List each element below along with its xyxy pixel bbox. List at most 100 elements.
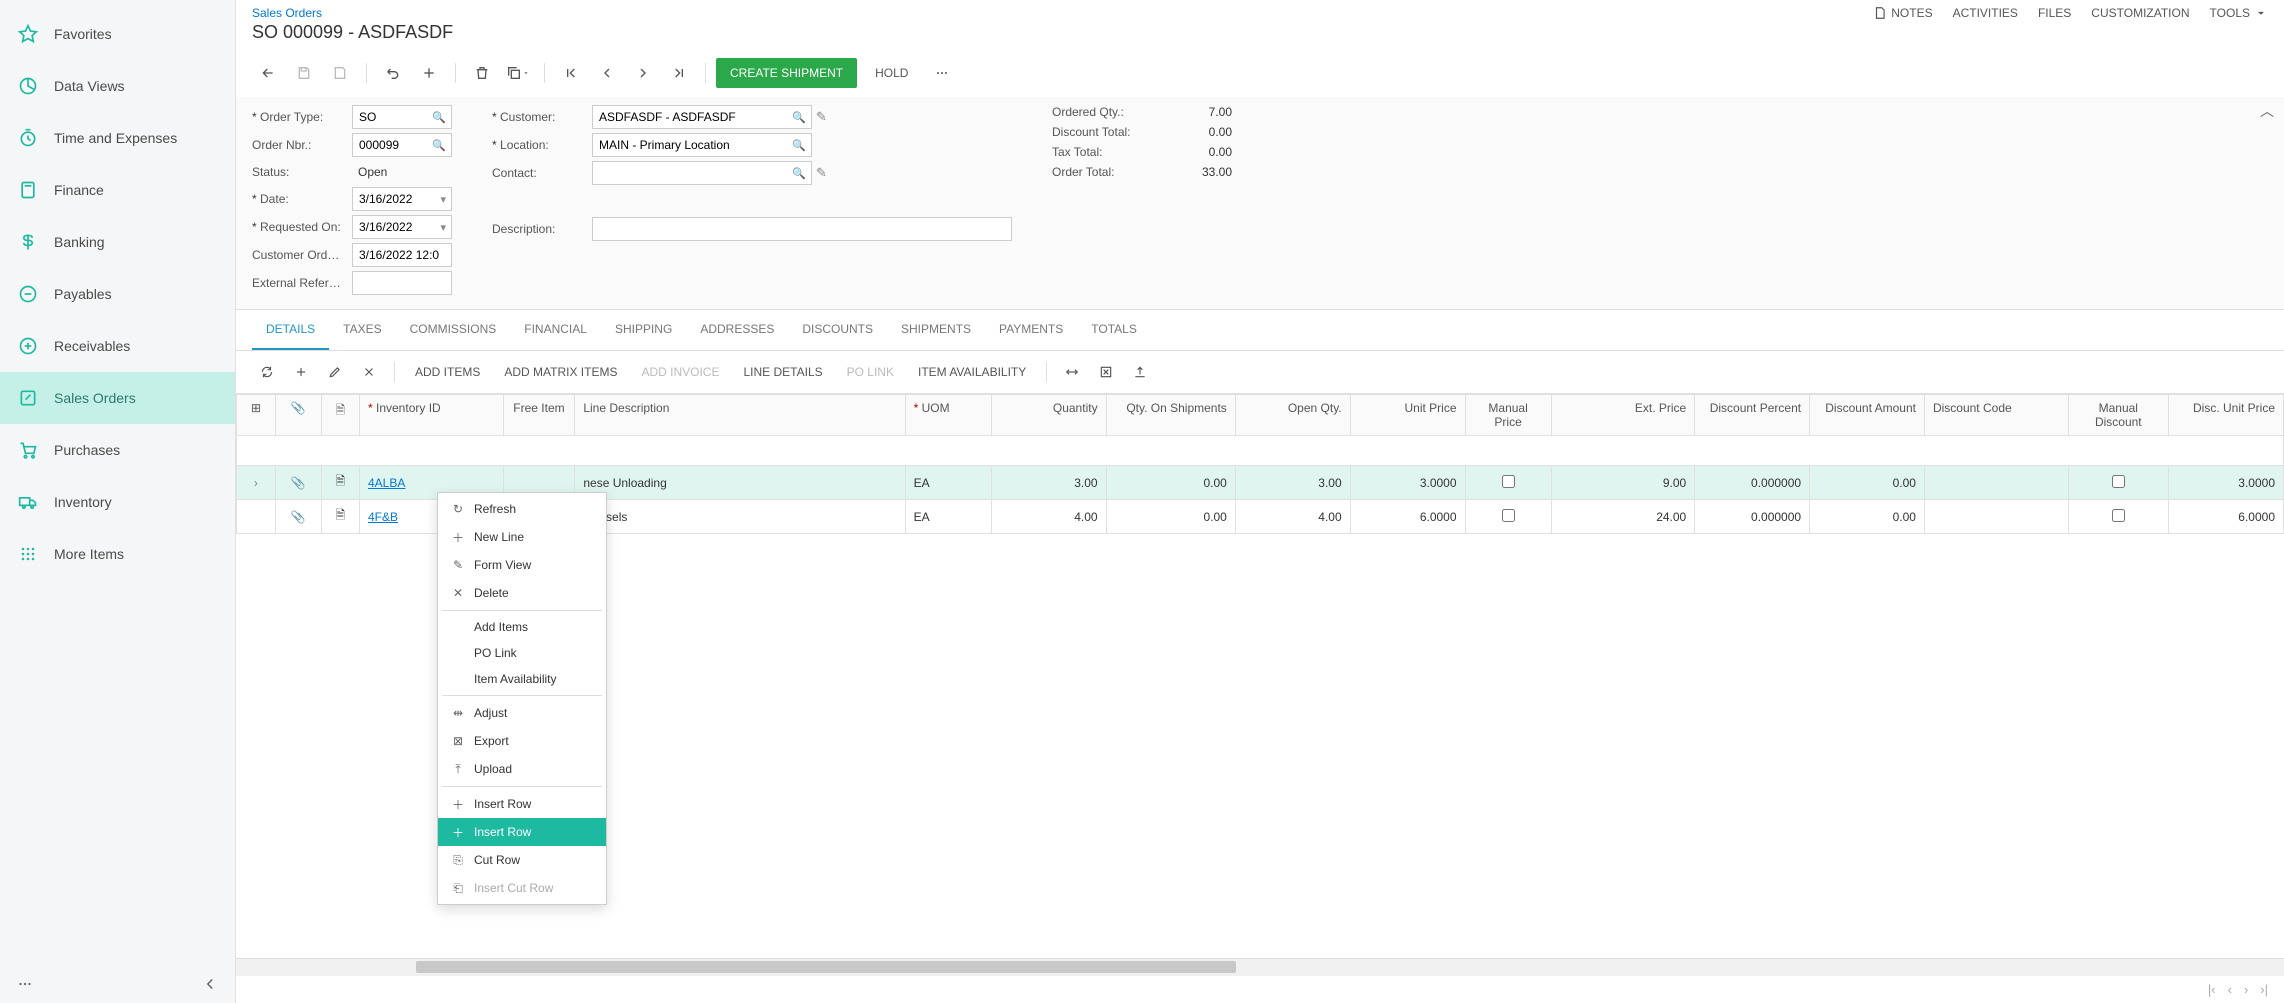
last-button[interactable]	[663, 57, 695, 89]
inventory-link[interactable]: 4F&B	[368, 510, 398, 524]
customization-link[interactable]: CUSTOMIZATION	[2091, 6, 2189, 20]
tab-discounts[interactable]: DISCOUNTS	[788, 310, 887, 350]
cell-discpct[interactable]: 0.000000	[1695, 466, 1810, 500]
cell-desc[interactable]: Mussels	[575, 500, 905, 534]
more-horizontal-icon[interactable]	[16, 975, 34, 993]
col-qty[interactable]: Quantity	[991, 395, 1106, 436]
col-disccode[interactable]: Discount Code	[1924, 395, 2068, 436]
cell-qty[interactable]: 3.00	[991, 466, 1106, 500]
cell-extprice[interactable]: 24.00	[1551, 500, 1695, 534]
chevron-left-icon[interactable]	[201, 975, 219, 993]
tab-details[interactable]: DETAILS	[252, 310, 329, 350]
col-inventory[interactable]: Inventory ID	[359, 395, 503, 436]
grid-edit-button[interactable]	[320, 357, 350, 387]
ctx-refresh[interactable]: ↻Refresh	[438, 495, 606, 523]
item-avail-link[interactable]: ITEM AVAILABILITY	[908, 359, 1036, 385]
col-free[interactable]: Free Item	[503, 395, 575, 436]
ctx-export[interactable]: ⊠Export	[438, 727, 606, 755]
ctx-cutrow[interactable]: ⎘Cut Row	[438, 846, 606, 874]
input-ordernbr[interactable]	[352, 133, 452, 157]
breadcrumb[interactable]: Sales Orders	[252, 6, 453, 20]
row-note[interactable]: 🗎	[321, 466, 359, 500]
tools-link[interactable]: TOOLS	[2210, 6, 2268, 20]
ctx-insertrow2[interactable]: ＋Insert Row	[438, 818, 606, 846]
sidebar-item-time[interactable]: Time and Expenses	[0, 112, 235, 164]
sidebar-item-receivables[interactable]: Receivables	[0, 320, 235, 372]
save-close-button[interactable]	[324, 57, 356, 89]
pencil-icon[interactable]: ✎	[816, 165, 827, 181]
undo-button[interactable]	[377, 57, 409, 89]
row-note[interactable]: 🗎	[321, 500, 359, 534]
input-extref[interactable]	[352, 271, 452, 295]
input-contact[interactable]	[592, 161, 812, 185]
sidebar-item-finance[interactable]: Finance	[0, 164, 235, 216]
tab-shipments[interactable]: SHIPMENTS	[887, 310, 985, 350]
pager-last[interactable]: ›|	[2260, 982, 2268, 997]
cell-uom[interactable]: EA	[905, 500, 991, 534]
col-discpct[interactable]: Discount Percent	[1695, 395, 1810, 436]
ctx-delete[interactable]: ✕Delete	[438, 579, 606, 607]
col-unitprice[interactable]: Unit Price	[1350, 395, 1465, 436]
line-details-link[interactable]: LINE DETAILS	[733, 359, 832, 385]
input-customer[interactable]	[592, 105, 812, 129]
manual-disc-checkbox[interactable]	[2112, 475, 2125, 488]
col-extprice[interactable]: Ext. Price	[1551, 395, 1695, 436]
tab-addresses[interactable]: ADDRESSES	[686, 310, 788, 350]
back-button[interactable]	[252, 57, 284, 89]
sidebar-item-purchases[interactable]: Purchases	[0, 424, 235, 476]
horizontal-scrollbar[interactable]	[236, 958, 2284, 976]
save-button[interactable]	[288, 57, 320, 89]
manual-price-checkbox[interactable]	[1502, 509, 1515, 522]
sidebar-item-dataviews[interactable]: Data Views	[0, 60, 235, 112]
sidebar-item-more[interactable]: More Items	[0, 528, 235, 580]
notes-link[interactable]: NOTES	[1873, 6, 1932, 20]
grid-delete-button[interactable]	[354, 357, 384, 387]
input-custord[interactable]	[352, 243, 452, 267]
col-discamt[interactable]: Discount Amount	[1810, 395, 1925, 436]
cell-unitprice[interactable]: 3.0000	[1350, 466, 1465, 500]
cell-openqty[interactable]: 4.00	[1235, 500, 1350, 534]
col-note[interactable]: 🗎	[321, 395, 359, 436]
col-discunit[interactable]: Disc. Unit Price	[2169, 395, 2284, 436]
tab-commissions[interactable]: COMMISSIONS	[396, 310, 511, 350]
cell-qty[interactable]: 4.00	[991, 500, 1106, 534]
input-requested[interactable]	[352, 215, 452, 239]
cell-extprice[interactable]: 9.00	[1551, 466, 1695, 500]
inventory-link[interactable]: 4ALBA	[368, 476, 405, 490]
row-attach[interactable]: 📎	[275, 500, 321, 534]
cell-uom[interactable]: EA	[905, 466, 991, 500]
pager-first[interactable]: |‹	[2208, 982, 2216, 997]
grid-upload-button[interactable]	[1125, 357, 1155, 387]
col-mandisc[interactable]: Manual Discount	[2068, 395, 2169, 436]
col-uom[interactable]: UOM	[905, 395, 991, 436]
hold-button[interactable]: HOLD	[861, 58, 922, 88]
cell-discamt[interactable]: 0.00	[1810, 500, 1925, 534]
cell-discunit[interactable]: 6.0000	[2169, 500, 2284, 534]
col-qtyship[interactable]: Qty. On Shipments	[1106, 395, 1235, 436]
more-actions-button[interactable]	[926, 57, 958, 89]
delete-button[interactable]	[466, 57, 498, 89]
sidebar-item-salesorders[interactable]: Sales Orders	[0, 372, 235, 424]
ctx-additems[interactable]: Add Items	[438, 614, 606, 640]
cell-qtyship[interactable]: 0.00	[1106, 500, 1235, 534]
add-button[interactable]	[413, 57, 445, 89]
col-manprice[interactable]: Manual Price	[1465, 395, 1551, 436]
create-shipment-button[interactable]: CREATE SHIPMENT	[716, 58, 857, 88]
input-date[interactable]	[352, 187, 452, 211]
sidebar-item-payables[interactable]: Payables	[0, 268, 235, 320]
ctx-itemavail[interactable]: Item Availability	[438, 666, 606, 692]
pager-next[interactable]: ›	[2244, 982, 2248, 997]
first-button[interactable]	[555, 57, 587, 89]
grid-export-button[interactable]	[1091, 357, 1121, 387]
ctx-polink[interactable]: PO Link	[438, 640, 606, 666]
cell-openqty[interactable]: 3.00	[1235, 466, 1350, 500]
tab-payments[interactable]: PAYMENTS	[985, 310, 1077, 350]
ctx-formview[interactable]: ✎Form View	[438, 551, 606, 579]
cell-desc[interactable]: nese Unloading	[575, 466, 905, 500]
manual-price-checkbox[interactable]	[1502, 475, 1515, 488]
prev-button[interactable]	[591, 57, 623, 89]
sidebar-item-inventory[interactable]: Inventory	[0, 476, 235, 528]
activities-link[interactable]: ACTIVITIES	[1953, 6, 2018, 20]
collapse-icon[interactable]: ︿	[2260, 101, 2274, 121]
row-attach[interactable]: 📎	[275, 466, 321, 500]
